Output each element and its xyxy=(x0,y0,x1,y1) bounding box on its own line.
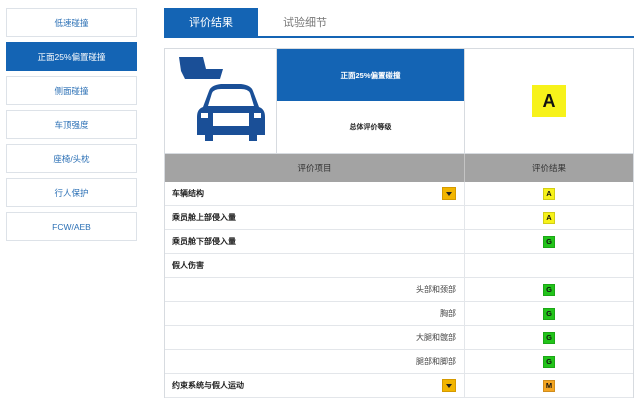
grade-badge: G xyxy=(543,331,555,344)
row-result: M xyxy=(465,374,633,397)
row-result: G xyxy=(465,350,633,373)
overall-rating-label: 总体评价等级 xyxy=(349,124,392,131)
row-label: 乘员舱下部侵入量 xyxy=(165,230,465,253)
sidebar-item-low-speed[interactable]: 低速碰撞 xyxy=(6,8,137,37)
table-row: 车辆结构 A xyxy=(165,182,633,206)
test-name: 正面25%偏置碰撞 xyxy=(277,49,464,101)
sidebar-item-seat-headrest[interactable]: 座椅/头枕 xyxy=(6,144,137,173)
table-row: 约束系统与假人运动 M xyxy=(165,374,633,398)
row-label-text: 腿部和脚部 xyxy=(416,357,456,366)
grade-badge: A xyxy=(543,211,555,224)
expand-dropdown-button[interactable] xyxy=(442,379,456,392)
grade-badge: G xyxy=(543,235,555,248)
sidebar-item-side-impact[interactable]: 侧面碰撞 xyxy=(6,76,137,105)
row-label: 约束系统与假人运动 xyxy=(165,374,465,397)
row-result xyxy=(465,254,633,277)
table-row: 乘员舱上部侵入量 A xyxy=(165,206,633,230)
grade-badge: M xyxy=(543,379,555,392)
row-label-text: 约束系统与假人运动 xyxy=(172,381,244,390)
chevron-down-icon xyxy=(446,383,452,388)
row-label-text: 乘员舱下部侵入量 xyxy=(172,237,236,246)
row-result: G xyxy=(465,302,633,325)
table-row: 乘员舱下部侵入量 G xyxy=(165,230,633,254)
table-row: 胸部 G xyxy=(165,302,633,326)
row-label-text: 乘员舱上部侵入量 xyxy=(172,213,236,222)
row-result: G xyxy=(465,230,633,253)
sidebar-item-pedestrian[interactable]: 行人保护 xyxy=(6,178,137,207)
row-label-text: 假人伤害 xyxy=(172,261,204,270)
row-label: 大腿和髋部 xyxy=(165,326,465,349)
table-row: 假人伤害 xyxy=(165,254,633,278)
grade-badge: G xyxy=(543,283,555,296)
row-label: 乘员舱上部侵入量 xyxy=(165,206,465,229)
overall-grade-badge: A xyxy=(532,85,566,117)
column-header-item: 评价项目 xyxy=(165,154,465,182)
row-label: 车辆结构 xyxy=(165,182,465,205)
table-row: 大腿和髋部 G xyxy=(165,326,633,350)
sidebar-item-roof-strength[interactable]: 车顶强度 xyxy=(6,110,137,139)
row-label: 腿部和脚部 xyxy=(165,350,465,373)
row-label: 胸部 xyxy=(165,302,465,325)
row-label-text: 头部和颈部 xyxy=(416,285,456,294)
grade-badge: G xyxy=(543,307,555,320)
row-result: A xyxy=(465,182,633,205)
row-result: A xyxy=(465,206,633,229)
row-label-text: 胸部 xyxy=(440,309,456,318)
summary-panel: 正面25%偏置碰撞 总体评价等级 A xyxy=(164,48,634,154)
row-label-text: 车辆结构 xyxy=(172,189,204,198)
table-row: 头部和颈部 G xyxy=(165,278,633,302)
sidebar-item-fcw-aeb[interactable]: FCW/AEB xyxy=(6,212,137,241)
column-header-result: 评价结果 xyxy=(531,163,566,173)
expand-dropdown-button[interactable] xyxy=(442,187,456,200)
car-offset-crash-icon xyxy=(165,49,277,153)
table-row: 腿部和脚部 G xyxy=(165,350,633,374)
grade-badge: A xyxy=(543,187,555,200)
row-label-text: 大腿和髋部 xyxy=(416,333,456,342)
results-table: 评价项目 评价结果 车辆结构 A 乘员舱上部侵入量 A 乘员舱下部侵入量 G 假人伤害头部和… xyxy=(164,154,634,398)
tab-results[interactable]: 评价结果 xyxy=(164,8,258,36)
chevron-down-icon xyxy=(446,191,452,196)
sidebar-item-small-overlap[interactable]: 正面25%偏置碰撞 xyxy=(6,42,137,71)
row-result: G xyxy=(465,326,633,349)
table-header: 评价项目 评价结果 xyxy=(165,154,633,182)
row-result: G xyxy=(465,278,633,301)
tab-bar: 评价结果 试验细节 xyxy=(164,8,634,38)
sidebar: 低速碰撞 正面25%偏置碰撞 侧面碰撞 车顶强度 座椅/头枕 行人保护 FCW/… xyxy=(6,8,137,246)
grade-badge: G xyxy=(543,355,555,368)
tab-test-details[interactable]: 试验细节 xyxy=(258,8,352,36)
row-label: 假人伤害 xyxy=(165,254,465,277)
row-label: 头部和颈部 xyxy=(165,278,465,301)
